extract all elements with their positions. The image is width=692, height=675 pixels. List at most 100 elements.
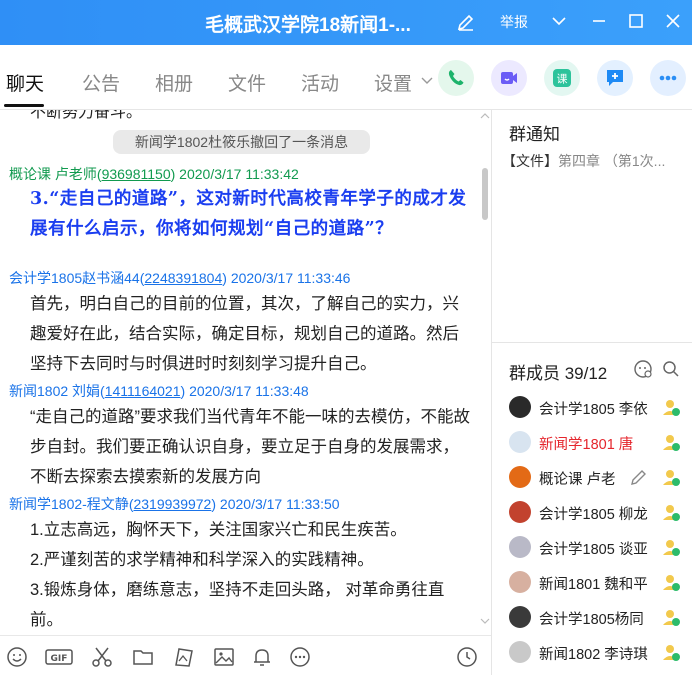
tab-album[interactable]: 相册 (155, 69, 193, 96)
scroll-up-icon[interactable] (480, 112, 490, 120)
add-message-icon (607, 70, 623, 86)
member-item[interactable]: 会计学1805 柳龙 (492, 496, 692, 530)
message-text: “走自己的道路”要求我们当代青年不能一味的去模仿，不能故步自封。我们要正确认识自… (30, 408, 470, 486)
maximize-icon[interactable] (623, 9, 649, 33)
sender-name[interactable]: 会计学1805赵书涵44 (9, 270, 140, 286)
member-name: 会计学1805杨同 (539, 612, 644, 628)
minimize-icon[interactable] (586, 9, 612, 33)
picture-icon[interactable] (212, 645, 236, 669)
add-app-button[interactable] (597, 60, 633, 96)
member-item[interactable]: 新闻1802 李诗琪 (492, 636, 692, 670)
group-notice-item[interactable]: 【文件】第四章 （第1次... (502, 151, 665, 171)
svg-text:课: 课 (557, 73, 568, 86)
tab-files[interactable]: 文件 (228, 69, 266, 96)
message-text: 首先，明白自己的目前的位置，其次，了解自己的实力，兴趣爱好在此，结合实际，确定目… (30, 295, 459, 373)
member-item[interactable]: 会计学1805 李依 (492, 391, 692, 425)
message-text: 1.立志高远，胸怀天下，关注国家兴亡和民生疾苦。 2.严谨刻苦的求学精神和科学深… (30, 515, 472, 635)
message-header: 会计学1805赵书涵44(2248391804) 2020/3/17 11:33… (9, 270, 351, 286)
more-tools-icon[interactable] (288, 645, 312, 669)
message-header: 新闻学1802-程文静(2319939972) 2020/3/17 11:33:… (9, 496, 340, 512)
close-icon[interactable] (660, 9, 686, 33)
member-item[interactable]: 新闻学1801 唐 (492, 426, 692, 460)
member-name: 新闻学1801 唐 (539, 437, 634, 453)
phone-icon (448, 70, 464, 86)
recall-notice: 新闻学1802杜筱乐撤回了一条消息 (113, 130, 370, 154)
avatar[interactable] (509, 431, 531, 453)
admin-badge-icon (663, 435, 680, 451)
admin-badge-icon (663, 610, 680, 626)
admin-badge-icon (663, 400, 680, 416)
sender-name[interactable]: 新闻1802 刘娟 (9, 383, 100, 399)
member-invite-icon[interactable] (633, 359, 653, 379)
sender-name[interactable]: 新闻学1802-程文静 (9, 496, 129, 512)
section-divider (492, 342, 692, 343)
emoji-icon[interactable] (5, 645, 29, 669)
voice-call-button[interactable] (438, 60, 474, 96)
tab-settings[interactable]: 设置 (374, 69, 412, 96)
message-time: 2020/3/17 11:33:48 (189, 383, 309, 399)
more-button[interactable] (650, 60, 686, 96)
edit-title-icon[interactable] (456, 12, 476, 32)
member-name: 会计学1805 谈亚 (539, 542, 648, 558)
scroll-thumb[interactable] (482, 168, 488, 220)
chat-scrollbar[interactable] (478, 110, 492, 635)
gif-icon[interactable]: GIF (44, 645, 74, 669)
history-clock-icon[interactable] (455, 645, 479, 669)
member-item[interactable]: 概论课 卢老 (492, 461, 692, 495)
video-icon (501, 72, 517, 84)
tab-announcement[interactable]: 公告 (82, 69, 120, 96)
tab-chat[interactable]: 聊天 (6, 69, 44, 96)
message-text: 3.“走自己的道路”，这对新时代高校青年学子的成才发展有什么启示，你将如何规划“… (30, 189, 467, 239)
sender-name[interactable]: 概论课 卢老师 (9, 166, 97, 182)
message-line: 1.立志高远，胸怀天下，关注国家兴亡和民生疾苦。 (30, 521, 407, 539)
avatar[interactable] (509, 501, 531, 523)
notice-text: 第四章 （第1次... (558, 153, 666, 169)
message-time: 2020/3/17 11:33:50 (219, 496, 340, 512)
group-notice-title[interactable]: 群通知 (509, 120, 560, 145)
avatar[interactable] (509, 396, 531, 418)
screenshot-scissors-icon[interactable] (90, 645, 114, 669)
bell-icon[interactable] (250, 645, 274, 669)
member-item[interactable]: 会计学1805杨同 (492, 601, 692, 635)
sender-uid[interactable]: 936981150 (102, 166, 171, 182)
chevron-down-icon[interactable] (420, 75, 434, 87)
member-name: 会计学1805 李依 (539, 402, 648, 418)
notice-tag: 【文件】 (502, 153, 558, 169)
chat-message-list[interactable]: 不断努力奋斗。 新闻学1802杜筱乐撤回了一条消息 概论课 卢老师(936981… (0, 110, 492, 635)
scroll-down-icon[interactable] (480, 617, 490, 625)
report-button[interactable]: 举报 (500, 12, 528, 32)
active-tab-underline (4, 104, 44, 107)
search-icon[interactable] (661, 359, 681, 379)
more-icon (659, 75, 677, 81)
avatar[interactable] (509, 606, 531, 628)
partial-message-text: 不断努力奋斗。 (30, 110, 143, 121)
message-line: 2.严谨刻苦的求学精神和科学深入的实践精神。 (30, 551, 374, 569)
members-count: 群成员 39/12 (509, 364, 608, 383)
message-header: 新闻1802 刘娟(1411164021) 2020/3/17 11:33:48 (9, 383, 309, 399)
avatar[interactable] (509, 571, 531, 593)
folder-icon[interactable] (131, 645, 155, 669)
admin-badge-icon (663, 470, 680, 486)
sender-uid[interactable]: 1411164021 (105, 383, 181, 399)
window-title: 毛概武汉学院18新闻1-... (205, 15, 411, 36)
sender-uid[interactable]: 2319939972 (133, 496, 211, 512)
member-item[interactable]: 新闻1801 魏和平 (492, 566, 692, 600)
admin-badge-icon (663, 505, 680, 521)
member-name: 会计学1805 柳龙 (539, 507, 648, 523)
avatar[interactable] (509, 466, 531, 488)
group-side-panel: 群通知 【文件】第四章 （第1次... 群成员 39/12 会计学1805 李依… (492, 110, 692, 675)
course-button[interactable]: 课 (544, 60, 580, 96)
member-item[interactable]: 会计学1805 谈亚 (492, 531, 692, 565)
image-gallery-icon[interactable] (172, 645, 196, 669)
member-name: 新闻1802 李诗琪 (539, 647, 648, 663)
sender-uid[interactable]: 2248391804 (144, 270, 222, 286)
video-call-button[interactable] (491, 60, 527, 96)
avatar[interactable] (509, 641, 531, 663)
avatar[interactable] (509, 536, 531, 558)
tab-bar: 聊天 公告 相册 文件 活动 设置 课 (0, 45, 692, 110)
edit-pencil-icon (631, 470, 646, 485)
svg-text:GIF: GIF (51, 654, 68, 664)
menu-icon[interactable] (546, 9, 572, 33)
message-time: 2020/3/17 11:33:46 (230, 270, 351, 286)
tab-activity[interactable]: 活动 (301, 69, 339, 96)
